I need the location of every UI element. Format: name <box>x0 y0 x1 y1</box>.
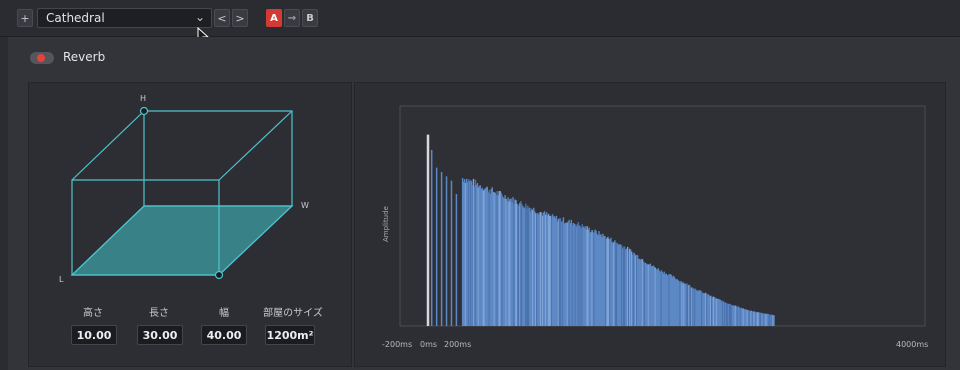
height-handle <box>139 106 149 116</box>
room-floor <box>70 205 294 276</box>
room-size-label: 部屋のサイズ <box>263 308 323 319</box>
reverb-enable-toggle[interactable] <box>30 52 54 64</box>
toggle-knob <box>37 54 45 62</box>
corner-w-label: W <box>301 201 309 210</box>
add-button[interactable]: + <box>17 9 33 27</box>
top-toolbar: + Cathedral ⌄ < > A → B <box>0 0 960 36</box>
compare-b-button[interactable]: B <box>302 9 318 27</box>
y-axis-label: Amplitude <box>382 206 390 242</box>
x-tick-label: 4000ms <box>896 340 929 349</box>
height-label: 高さ <box>83 308 103 319</box>
plugin-title: Reverb <box>63 50 106 64</box>
length-handle <box>214 270 224 280</box>
x-tick-label: 0ms <box>420 340 438 349</box>
x-tick-label: 200ms <box>444 340 472 349</box>
next-preset-button[interactable]: > <box>232 9 248 27</box>
prev-preset-button[interactable]: < <box>214 9 230 27</box>
width-field[interactable]: 40.00 <box>201 325 247 345</box>
corner-l-label: L <box>59 275 64 284</box>
height-field[interactable]: 10.00 <box>71 325 117 345</box>
compare-a-button[interactable]: A <box>266 9 282 27</box>
room-back-face <box>143 110 293 207</box>
copy-a-to-b-button[interactable]: → <box>284 9 300 27</box>
room-cube-diagram: H W L <box>59 94 309 284</box>
width-label: 幅 <box>219 308 229 319</box>
preset-value: Cathedral <box>46 11 105 25</box>
x-tick-label: -200ms <box>382 340 413 349</box>
length-field[interactable]: 30.00 <box>137 325 183 345</box>
impulse-response-chart: Amplitude <box>382 105 926 327</box>
length-label: 長さ <box>149 308 169 319</box>
room-size-field: 1200m² <box>265 325 315 345</box>
preset-dropdown[interactable]: Cathedral ⌄ <box>37 8 212 28</box>
chevron-down-icon: ⌄ <box>194 10 205 24</box>
corner-h-label: H <box>140 94 146 103</box>
